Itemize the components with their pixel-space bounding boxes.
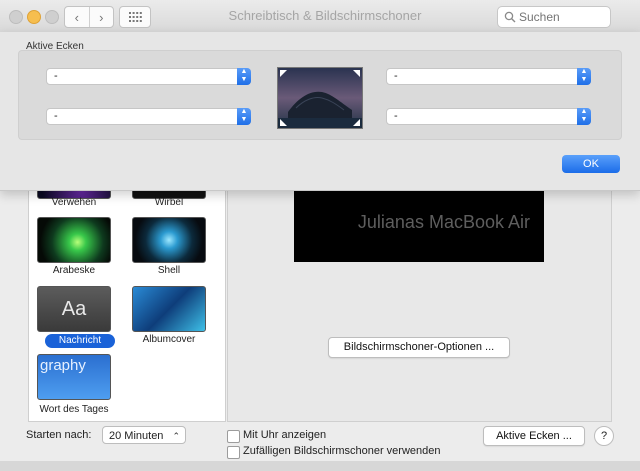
chevron-updown-icon: ▲ ▼: [237, 108, 251, 125]
screensaver-label: Verwehen: [51, 197, 97, 208]
screensaver-options-button[interactable]: Bildschirmschoner-Optionen ...: [328, 337, 510, 358]
start-after-value: 20 Minuten: [109, 430, 164, 442]
nav-buttons: ‹ ›: [64, 6, 114, 28]
start-after-label: Starten nach:: [26, 429, 92, 441]
zoom-button[interactable]: [45, 10, 59, 24]
bottom-left-corner-value: -: [54, 110, 58, 122]
preview-text: Julianas MacBook Air: [357, 212, 530, 232]
hot-corners-button[interactable]: Aktive Ecken ...: [483, 426, 585, 446]
start-after-select[interactable]: 20 Minuten ⌃: [102, 426, 186, 444]
screensaver-preview: Julianas MacBook Air: [294, 188, 544, 262]
screensaver-label: Shell: [157, 265, 181, 276]
chevron-right-icon[interactable]: ›: [90, 7, 114, 27]
screensaver-list[interactable]: Verwehen Wirbel Arabeske Shell Aa Nachri…: [28, 190, 226, 422]
chevron-updown-icon: ▲ ▼: [237, 68, 251, 85]
title-bar: ‹ › Schreibtisch & Bildschirmschoner: [0, 0, 640, 33]
desktop-preview-image: [277, 67, 363, 129]
thumb-text: graphy: [40, 357, 86, 374]
minimize-button[interactable]: [27, 10, 41, 24]
thumb-wort-des-tages[interactable]: graphy: [37, 354, 111, 400]
search-input[interactable]: [519, 9, 605, 25]
screensaver-label: Wirbel: [154, 197, 184, 208]
chevron-updown-icon: ▲ ▼: [577, 108, 591, 125]
chevron-updown-icon: ▲ ▼: [577, 68, 591, 85]
chevron-left-icon[interactable]: ‹: [65, 7, 90, 27]
top-right-corner-value: -: [394, 70, 398, 82]
thumb-text: Aa: [61, 297, 87, 320]
show-all-button[interactable]: [119, 6, 151, 28]
search-icon: [504, 11, 516, 23]
chevron-updown-icon: ⌃: [172, 431, 180, 441]
grid-icon: [128, 12, 142, 22]
help-button[interactable]: ?: [594, 426, 614, 446]
thumb-nachricht[interactable]: Aa: [37, 286, 111, 332]
thumb-shell[interactable]: [132, 217, 206, 263]
top-left-corner-select[interactable]: - ▲ ▼: [46, 68, 251, 85]
top-right-corner-select[interactable]: - ▲ ▼: [386, 68, 591, 85]
show-clock-label: Mit Uhr anzeigen: [243, 429, 327, 441]
random-saver-label: Zufälligen Bildschirmschoner verwenden: [243, 445, 441, 457]
hot-corners-group-label: Aktive Ecken: [26, 41, 84, 52]
window-bottom-edge: [0, 461, 640, 471]
bottom-right-corner-value: -: [394, 110, 398, 122]
ok-button[interactable]: OK: [562, 155, 620, 173]
bottom-left-corner-select[interactable]: - ▲ ▼: [46, 108, 251, 125]
window-title: Schreibtisch & Bildschirmschoner: [228, 8, 422, 23]
show-clock-checkbox[interactable]: [227, 430, 240, 443]
screensaver-label: Arabeske: [52, 265, 96, 276]
search-field[interactable]: [497, 6, 611, 28]
thumb-albumcover[interactable]: [132, 286, 206, 332]
top-left-corner-value: -: [54, 70, 58, 82]
screensaver-label: Albumcover: [142, 334, 196, 345]
bottom-right-corner-select[interactable]: - ▲ ▼: [386, 108, 591, 125]
random-saver-checkbox[interactable]: [227, 446, 240, 459]
close-button[interactable]: [9, 10, 23, 24]
screensaver-label: Wort des Tages: [39, 404, 109, 415]
thumb-arabeske[interactable]: [37, 217, 111, 263]
screensaver-label-selected: Nachricht: [45, 334, 115, 348]
